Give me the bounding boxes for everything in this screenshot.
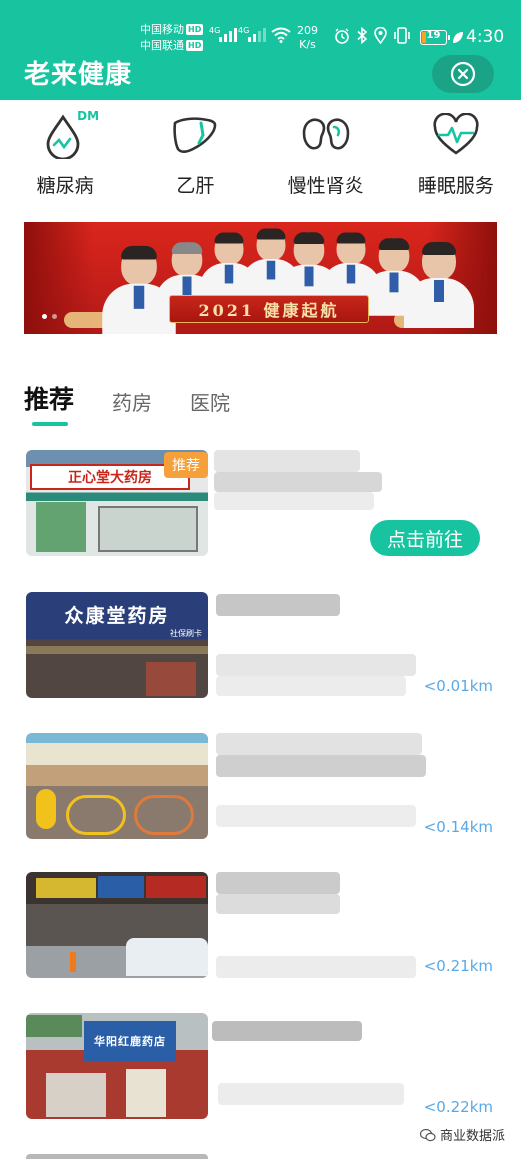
go-button[interactable]: 点击前往 [370,520,480,556]
carrier-info: 中国移动 HD 中国联通 HD [140,22,204,54]
store-sign: 众康堂药房 [64,604,170,627]
store-photo: 众康堂药房 社保刷卡 [26,592,208,698]
alarm-icon [335,28,349,44]
distance-label: <0.01km [423,677,493,695]
store-card[interactable]: 华阳红鹿药店 <0.22km [26,1013,496,1123]
banner-caption: 2021 健康起航 [169,295,369,323]
category-hepatitis-b[interactable]: 乙肝 [130,105,260,205]
watermark-text: 商业数据派 [440,1129,506,1144]
power-saving-leaf-icon [453,32,463,43]
category-chronic-nephritis[interactable]: 慢性肾炎 [261,105,391,205]
category-label: 糖尿病 [36,175,94,197]
pager-dot[interactable] [42,314,47,319]
distance-label: <0.14km [423,818,493,836]
battery-icon: 19 [420,30,450,45]
carrier-1: 中国移动 [140,23,184,36]
store-photo: 正心堂大药房 推荐 [26,450,208,556]
category-sleep-service[interactable]: 睡眠服务 [391,105,521,205]
signal-icon-2 [248,26,266,42]
heart-pulse-icon [433,113,479,155]
store-card[interactable]: 正心堂大药房 推荐 点击前往 [26,450,496,560]
distance-label: <0.21km [423,957,493,975]
tab-recommended[interactable]: 推荐 [24,380,74,426]
header-bar: 中国移动 HD 中国联通 HD 4G 4G 209 K/s 19 4:30 老来… [0,0,521,100]
speed-value: 209 [297,24,318,37]
status-time: 4:30 [466,27,505,47]
kidney-icon [302,118,349,150]
battery-percent: 19 [426,30,441,41]
tab-hospital[interactable]: 医院 [190,387,230,426]
status-icons [334,27,411,44]
store-photo: 华阳红鹿药店 [26,1013,208,1119]
store-photo [26,872,208,978]
wechat-icon [420,1128,436,1141]
banner-pager-dots [42,314,57,319]
category-label: 乙肝 [176,175,215,197]
category-label: 慢性肾炎 [287,175,364,197]
distance-label: <0.22km [423,1098,493,1116]
wifi-icon [271,27,291,43]
close-icon [450,61,476,87]
signal-icon-1 [219,26,237,42]
network-speed: 209 K/s [297,24,318,52]
store-card[interactable]: 众康堂药房 社保刷卡 <0.01km [26,592,496,702]
carrier-2: 中国联通 [140,39,184,52]
tab-bar: 推荐 药房 医院 [24,380,230,426]
store-sign: 华阳红鹿药店 [84,1021,176,1061]
promo-banner[interactable]: 2021 健康起航 [24,222,497,334]
pager-dot[interactable] [52,314,57,319]
store-card[interactable]: <0.21km [26,872,496,982]
bluetooth-icon [357,27,368,44]
store-card[interactable]: <0.14km [26,733,496,843]
app-screen: 中国移动 HD 中国联通 HD 4G 4G 209 K/s 19 4:30 老来… [0,0,521,1159]
doctor-figure [404,242,474,328]
location-icon [374,27,387,44]
store-sub-sign: 社保刷卡 [170,629,202,638]
next-store-preview [26,1154,208,1159]
recommend-tag: 推荐 [164,452,208,478]
vibrate-icon [394,27,410,44]
tab-pharmacy[interactable]: 药房 [112,387,152,426]
speed-unit: K/s [299,38,316,51]
close-button[interactable] [432,55,494,93]
hd-badge-2: HD [186,40,204,51]
liver-icon [173,117,217,153]
category-grid: DM 糖尿病 乙肝 慢性肾炎 睡眠服务 [0,105,521,205]
watermark: 商业数据派 [420,1125,505,1144]
store-photo [26,733,208,839]
page-title: 老来健康 [24,60,133,90]
category-diabetes[interactable]: DM 糖尿病 [0,105,130,205]
hd-badge-1: HD [186,24,204,35]
dm-badge: DM [77,109,100,123]
category-label: 睡眠服务 [417,175,494,197]
